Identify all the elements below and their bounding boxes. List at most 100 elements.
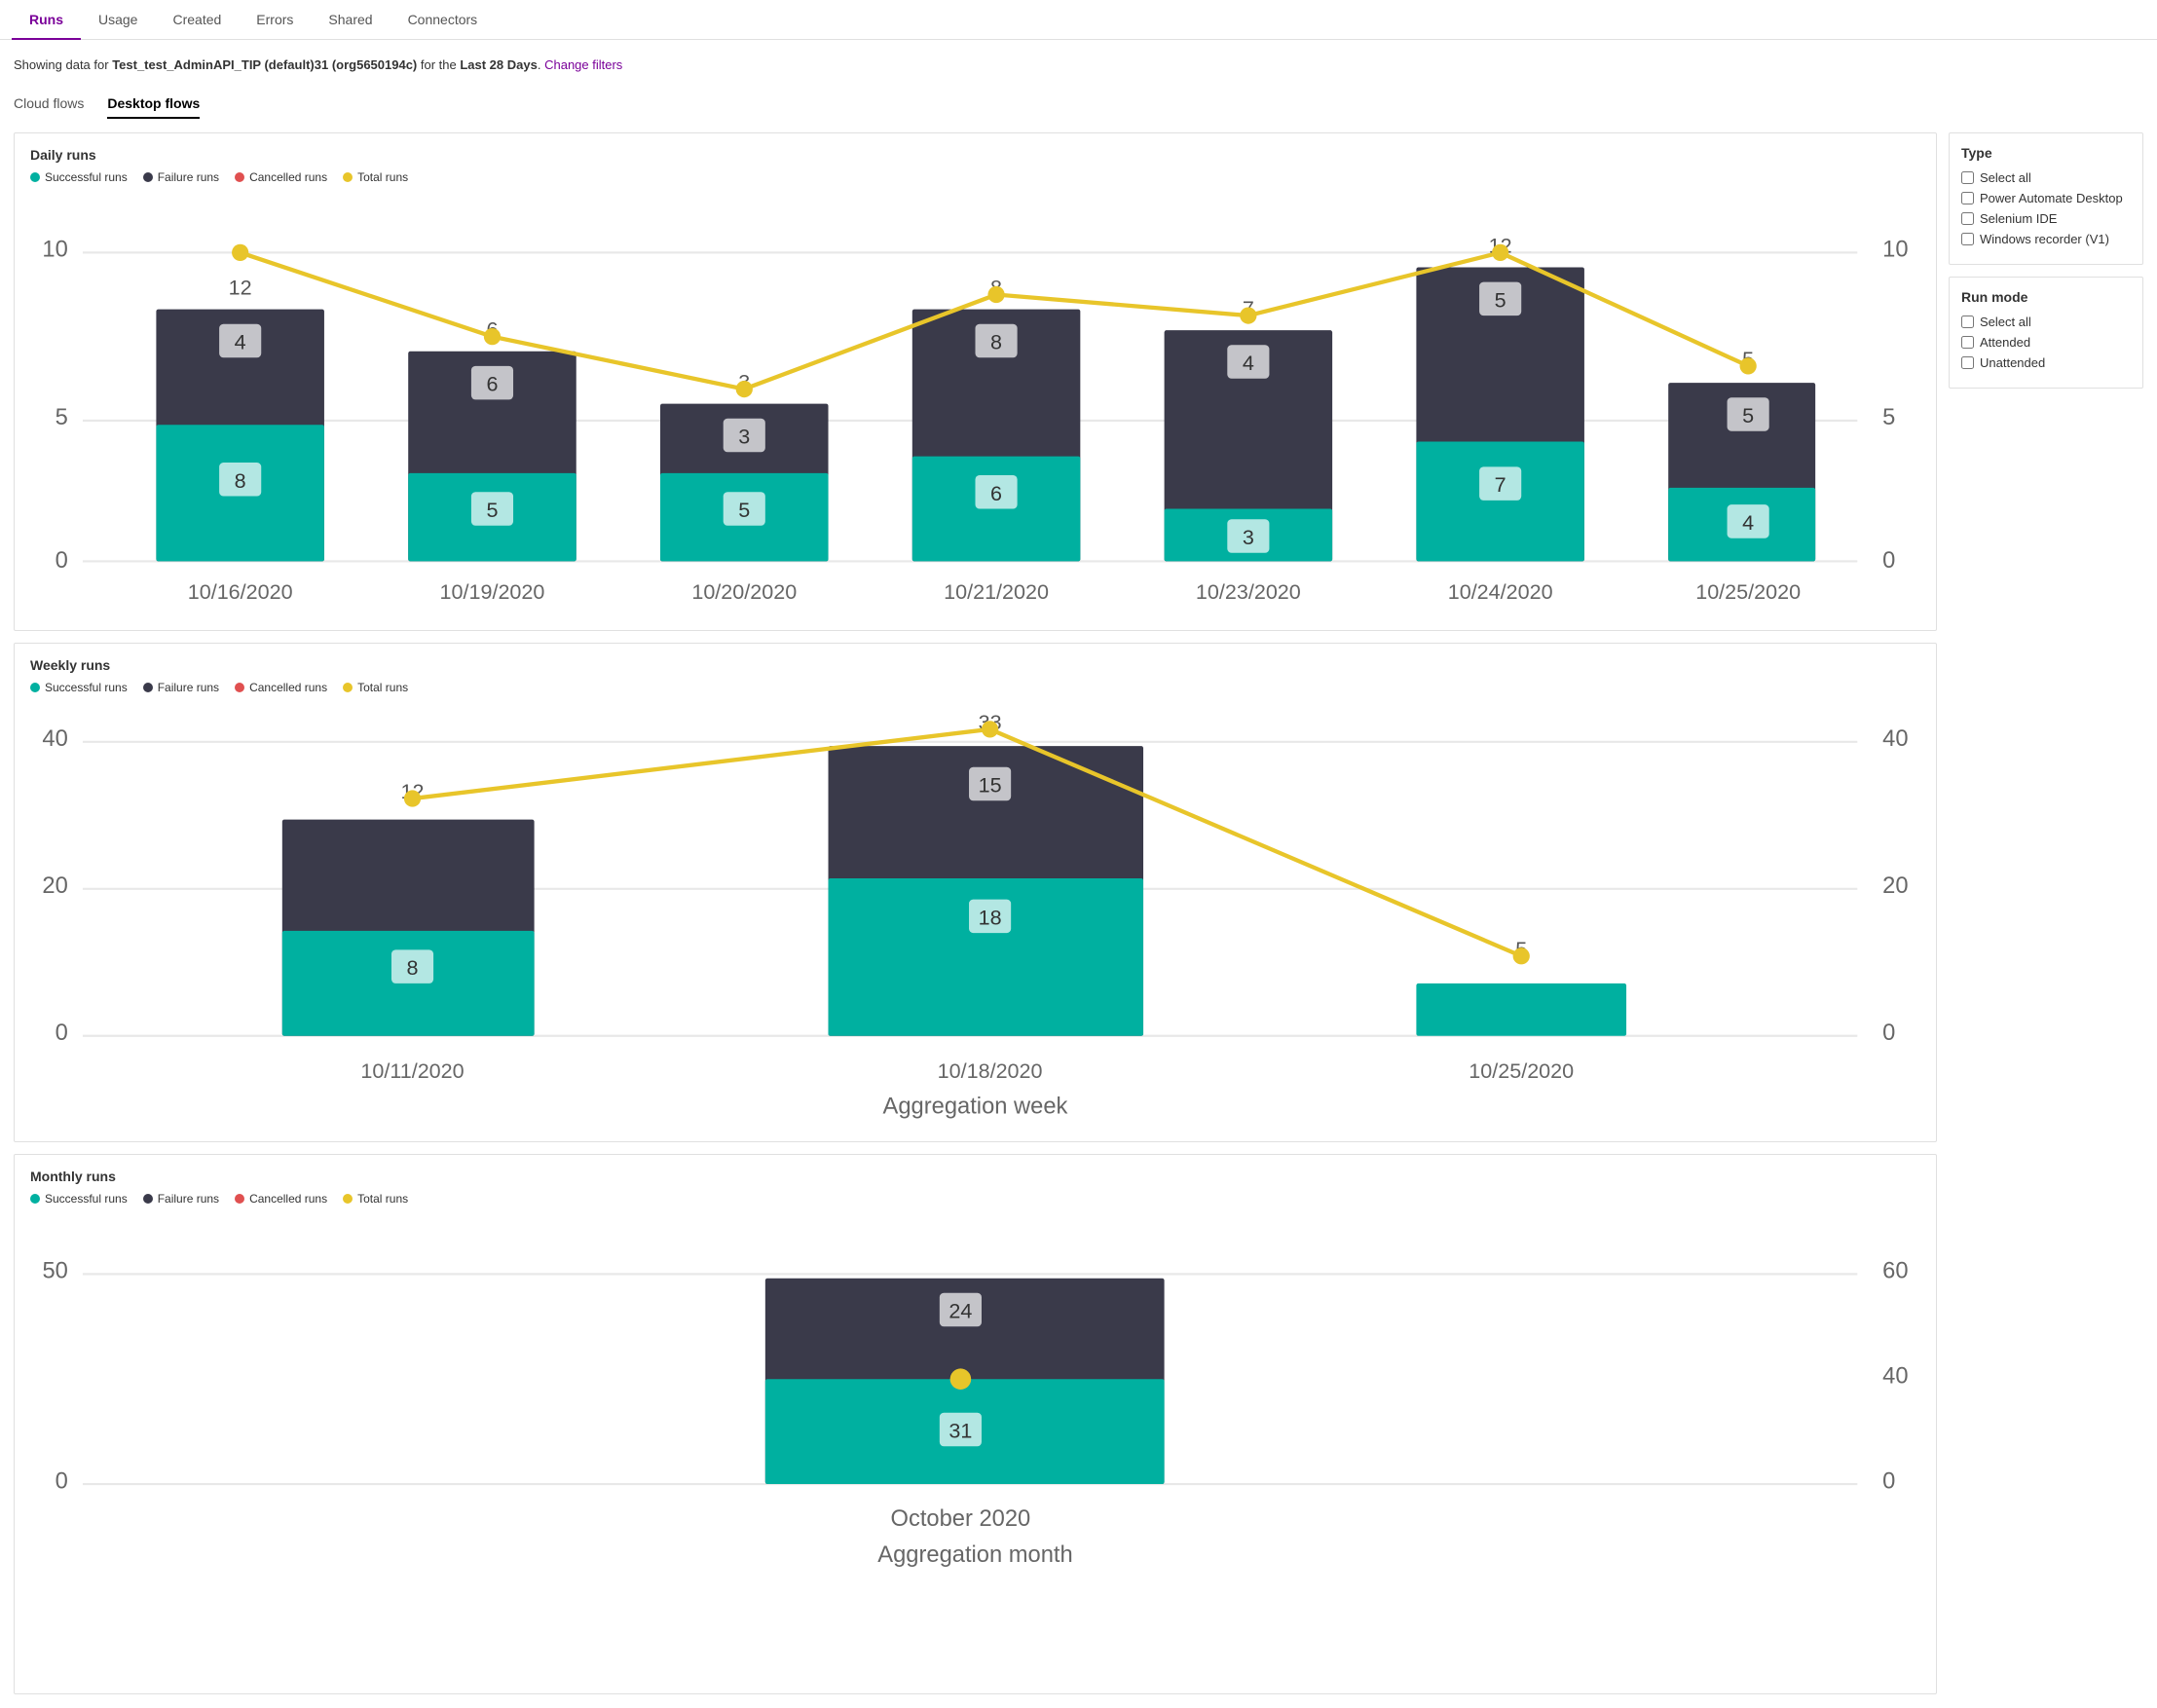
svg-text:8: 8 bbox=[235, 468, 246, 493]
w-total-dot bbox=[343, 683, 353, 692]
svg-text:10/16/2020: 10/16/2020 bbox=[188, 579, 293, 604]
svg-text:Aggregation date: Aggregation date bbox=[887, 612, 1063, 614]
legend-success: Successful runs bbox=[30, 170, 128, 184]
tab-shared[interactable]: Shared bbox=[311, 0, 390, 39]
legend-failure: Failure runs bbox=[143, 170, 219, 184]
type-selenium[interactable]: Selenium IDE bbox=[1961, 211, 2131, 226]
monthly-legend-failure: Failure runs bbox=[143, 1192, 219, 1206]
sub-tabs: Cloud flows Desktop flows bbox=[0, 82, 2157, 119]
run-mode-unattended-checkbox[interactable] bbox=[1961, 356, 1974, 369]
svg-text:60: 60 bbox=[1882, 1258, 1908, 1283]
svg-text:4: 4 bbox=[1243, 351, 1254, 375]
svg-text:40: 40 bbox=[1882, 1363, 1908, 1389]
tab-connectors[interactable]: Connectors bbox=[390, 0, 496, 39]
failure-dot bbox=[143, 172, 153, 182]
svg-text:20: 20 bbox=[1882, 873, 1908, 899]
svg-text:Aggregation week: Aggregation week bbox=[883, 1095, 1068, 1120]
svg-text:5: 5 bbox=[738, 498, 750, 522]
run-mode-unattended-label: Unattended bbox=[1980, 355, 2045, 370]
daily-legend: Successful runs Failure runs Cancelled r… bbox=[30, 170, 1920, 184]
type-filter-title: Type bbox=[1961, 145, 2131, 161]
m-total-label: Total runs bbox=[357, 1192, 408, 1206]
info-bar: Showing data for Test_test_AdminAPI_TIP … bbox=[0, 40, 2157, 82]
svg-text:15: 15 bbox=[979, 773, 1002, 798]
svg-text:3: 3 bbox=[738, 425, 750, 449]
svg-text:5: 5 bbox=[56, 405, 68, 430]
type-windows-recorder-checkbox[interactable] bbox=[1961, 233, 1974, 245]
tab-created[interactable]: Created bbox=[155, 0, 239, 39]
m-cancelled-dot bbox=[235, 1194, 244, 1204]
type-power-automate[interactable]: Power Automate Desktop bbox=[1961, 191, 2131, 205]
svg-text:12: 12 bbox=[229, 276, 252, 300]
w-cancelled-dot bbox=[235, 683, 244, 692]
w-total-label: Total runs bbox=[357, 681, 408, 694]
svg-text:0: 0 bbox=[56, 1021, 68, 1046]
svg-text:10/11/2020: 10/11/2020 bbox=[360, 1058, 464, 1083]
run-mode-unattended[interactable]: Unattended bbox=[1961, 355, 2131, 370]
run-mode-attended-checkbox[interactable] bbox=[1961, 336, 1974, 349]
w-failure-label: Failure runs bbox=[158, 681, 219, 694]
total-dot bbox=[343, 172, 353, 182]
m-success-dot bbox=[30, 1194, 40, 1204]
run-mode-attended[interactable]: Attended bbox=[1961, 335, 2131, 350]
type-selenium-label: Selenium IDE bbox=[1980, 211, 2057, 226]
svg-text:5: 5 bbox=[1882, 405, 1895, 430]
svg-text:10/18/2020: 10/18/2020 bbox=[938, 1058, 1043, 1083]
svg-text:5: 5 bbox=[1495, 287, 1506, 312]
legend-failure-label: Failure runs bbox=[158, 170, 219, 184]
monthly-legend-success: Successful runs bbox=[30, 1192, 128, 1206]
type-windows-recorder[interactable]: Windows recorder (V1) bbox=[1961, 232, 2131, 246]
svg-text:6: 6 bbox=[990, 481, 1002, 505]
svg-text:October 2020: October 2020 bbox=[891, 1506, 1031, 1532]
info-suffix: . bbox=[538, 57, 541, 72]
m-failure-label: Failure runs bbox=[158, 1192, 219, 1206]
svg-text:0: 0 bbox=[1882, 548, 1895, 574]
weekly-runs-title: Weekly runs bbox=[30, 657, 1920, 673]
w-failure-dot bbox=[143, 683, 153, 692]
monthly-legend-cancelled: Cancelled runs bbox=[235, 1192, 327, 1206]
svg-text:Aggregation month: Aggregation month bbox=[877, 1541, 1072, 1567]
svg-text:8: 8 bbox=[990, 330, 1002, 354]
nav-tabs: Runs Usage Created Errors Shared Connect… bbox=[0, 0, 2157, 40]
w-success-label: Successful runs bbox=[45, 681, 128, 694]
type-selenium-checkbox[interactable] bbox=[1961, 212, 1974, 225]
tab-usage[interactable]: Usage bbox=[81, 0, 155, 39]
svg-text:18: 18 bbox=[979, 906, 1002, 930]
weekly-runs-card: Weekly runs Successful runs Failure runs… bbox=[14, 643, 1937, 1141]
run-mode-select-all[interactable]: Select all bbox=[1961, 315, 2131, 329]
legend-cancelled: Cancelled runs bbox=[235, 170, 327, 184]
run-mode-filter-title: Run mode bbox=[1961, 289, 2131, 305]
run-mode-select-all-checkbox[interactable] bbox=[1961, 316, 1974, 328]
tab-errors[interactable]: Errors bbox=[239, 0, 311, 39]
monthly-runs-title: Monthly runs bbox=[30, 1169, 1920, 1184]
monthly-legend: Successful runs Failure runs Cancelled r… bbox=[30, 1192, 1920, 1206]
legend-total: Total runs bbox=[343, 170, 408, 184]
svg-text:10/25/2020: 10/25/2020 bbox=[1469, 1058, 1574, 1083]
svg-text:3: 3 bbox=[1243, 525, 1254, 549]
svg-text:0: 0 bbox=[56, 548, 68, 574]
sidebar-col: Type Select all Power Automate Desktop S… bbox=[1949, 132, 2143, 1694]
sub-tab-desktop[interactable]: Desktop flows bbox=[107, 90, 200, 119]
svg-text:7: 7 bbox=[1495, 472, 1506, 497]
change-filters-link[interactable]: Change filters bbox=[544, 57, 622, 72]
type-filter-box: Type Select all Power Automate Desktop S… bbox=[1949, 132, 2143, 265]
m-success-label: Successful runs bbox=[45, 1192, 128, 1206]
charts-col: Daily runs Successful runs Failure runs … bbox=[14, 132, 1937, 1694]
run-mode-select-all-label: Select all bbox=[1980, 315, 2031, 329]
success-dot bbox=[30, 172, 40, 182]
tab-runs[interactable]: Runs bbox=[12, 0, 81, 39]
svg-text:40: 40 bbox=[42, 726, 67, 752]
svg-text:31: 31 bbox=[948, 1418, 972, 1442]
sub-tab-cloud[interactable]: Cloud flows bbox=[14, 90, 84, 119]
monthly-chart-area: 50 0 60 40 0 24 bbox=[30, 1215, 1920, 1680]
svg-text:10/21/2020: 10/21/2020 bbox=[944, 579, 1049, 604]
info-mid: for the bbox=[417, 57, 460, 72]
daily-chart-svg: 10 5 0 10 5 0 bbox=[30, 194, 1920, 613]
w-cancelled-label: Cancelled runs bbox=[249, 681, 327, 694]
type-select-all[interactable]: Select all bbox=[1961, 170, 2131, 185]
type-select-all-checkbox[interactable] bbox=[1961, 171, 1974, 184]
weekly-legend-cancelled: Cancelled runs bbox=[235, 681, 327, 694]
main-layout: Daily runs Successful runs Failure runs … bbox=[0, 119, 2157, 1708]
type-windows-recorder-label: Windows recorder (V1) bbox=[1980, 232, 2109, 246]
type-power-automate-checkbox[interactable] bbox=[1961, 192, 1974, 204]
